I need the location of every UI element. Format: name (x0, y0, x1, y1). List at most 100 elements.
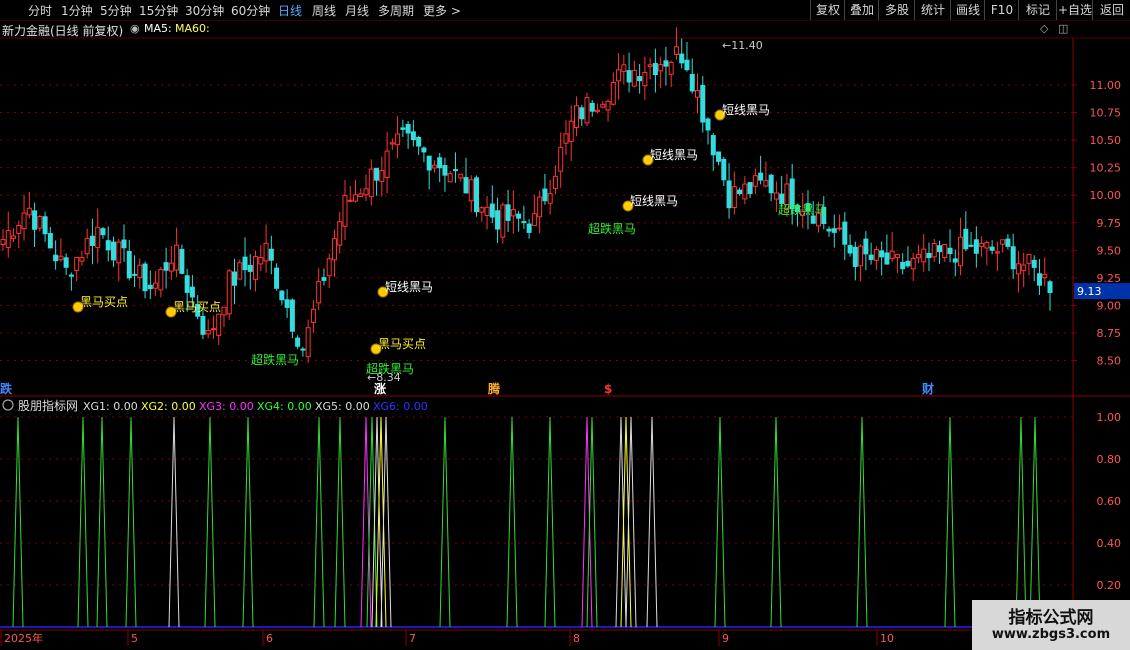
candle-body (689, 73, 695, 92)
candle-body (400, 127, 406, 130)
candle-body (568, 120, 574, 142)
candle-body (768, 174, 774, 194)
candle-body (437, 157, 443, 169)
candle-body (637, 76, 643, 82)
candle-body (984, 242, 990, 249)
time-label: 7 (409, 632, 416, 645)
candle-body (931, 243, 937, 258)
indicator-tick-label: 0.20 (1097, 579, 1122, 592)
candle-body (342, 194, 348, 227)
candle-body (189, 286, 195, 298)
candle-body (589, 102, 595, 112)
price-tick-label: 10.25 (1090, 162, 1122, 175)
price-tick-label: 10.00 (1090, 189, 1122, 202)
watermark: 指标公式网 www.zbgs3.com (972, 600, 1130, 650)
indicator-title: 股朋指标网 (18, 398, 78, 413)
candle-body (595, 109, 601, 112)
candle-body (358, 193, 364, 198)
signal-label: 短线黑马 (722, 103, 770, 117)
candle-body (500, 204, 506, 238)
indicator-tick-label: 1.00 (1097, 411, 1122, 424)
indicator-spike (168, 416, 180, 628)
candle-body (158, 269, 164, 291)
candle-body (642, 71, 648, 87)
candle-body (926, 252, 932, 259)
signal-label: 短线黑马 (630, 194, 678, 208)
indicator-spike (544, 416, 556, 628)
candle-body (79, 257, 85, 262)
candle-body (537, 196, 543, 218)
candle-body (889, 250, 895, 260)
candle-body (58, 255, 64, 261)
candle-body (873, 248, 879, 261)
price-tick-label: 10.75 (1090, 107, 1122, 120)
indicator-tick-label: 0.80 (1097, 453, 1122, 466)
candle-body (510, 209, 516, 217)
candle-body (905, 260, 911, 267)
indicator-tick-label: 0.60 (1097, 495, 1122, 508)
candle-body (289, 299, 295, 332)
candle-body (447, 173, 453, 183)
candle-body (63, 257, 69, 268)
candle-body (737, 189, 743, 195)
indicator-spike (856, 416, 868, 628)
watermark-title: 指标公式网 (1008, 608, 1094, 628)
candle-body (5, 230, 11, 248)
indicator-spike (96, 416, 108, 628)
candle-body (274, 267, 280, 289)
price-tick-label: 11.00 (1090, 79, 1122, 92)
candle-body (95, 226, 101, 248)
candle-body (852, 246, 858, 267)
candle-body (721, 158, 727, 181)
time-label: 9 (722, 632, 729, 645)
candle-body (452, 169, 458, 172)
current-price-label: 9.13 (1077, 285, 1102, 298)
candle-body (132, 273, 138, 276)
indicator-spike (506, 416, 518, 628)
candle-body (989, 246, 995, 251)
candle-body (621, 64, 627, 72)
candle-body (700, 84, 706, 123)
candle-body (331, 238, 337, 261)
indicator-spike (586, 416, 598, 628)
candle-body (26, 207, 32, 216)
kline-chart[interactable]: 11.00 10.75 10.50 10.25 10.00 9.75 9.50 9.25 9.0… (0, 0, 1130, 650)
candle-body (752, 175, 758, 187)
price-tick-label: 8.50 (1097, 355, 1122, 368)
candle-body (379, 170, 385, 182)
candle-body (726, 180, 732, 209)
candle-body (116, 241, 122, 264)
candle-body (915, 253, 921, 259)
candle-body (884, 252, 890, 265)
candle-body (584, 97, 590, 124)
candle-body (126, 250, 132, 279)
candle-body (316, 281, 322, 304)
candle-body (174, 244, 180, 271)
candle-body (579, 107, 585, 120)
time-label: 10 (880, 632, 894, 645)
price-tick-label: 8.75 (1097, 327, 1122, 340)
signal-label: 超跌黑马 (251, 352, 299, 367)
candle-body (663, 60, 669, 67)
candle-body (421, 147, 427, 153)
indicator-spike (12, 416, 24, 628)
candle-body (1042, 274, 1048, 279)
candle-body (542, 188, 548, 202)
candle-body (231, 271, 237, 286)
candle-body (489, 203, 495, 218)
candle-body (237, 262, 243, 280)
candle-body (958, 236, 964, 267)
signal-label: 短线黑马 (385, 280, 433, 294)
indicator-spike (625, 416, 637, 628)
signal-label: 超跌黑马 (588, 221, 636, 236)
candle-body (247, 264, 253, 272)
candle-body (53, 254, 59, 262)
candle-body (947, 247, 953, 255)
candle-body (1010, 246, 1016, 270)
time-label: 8 (573, 632, 580, 645)
candle-body (42, 216, 48, 235)
candle-body (268, 248, 274, 261)
candle-body (847, 245, 853, 254)
indicator-spike (620, 416, 632, 628)
indicator-spike (334, 416, 346, 628)
